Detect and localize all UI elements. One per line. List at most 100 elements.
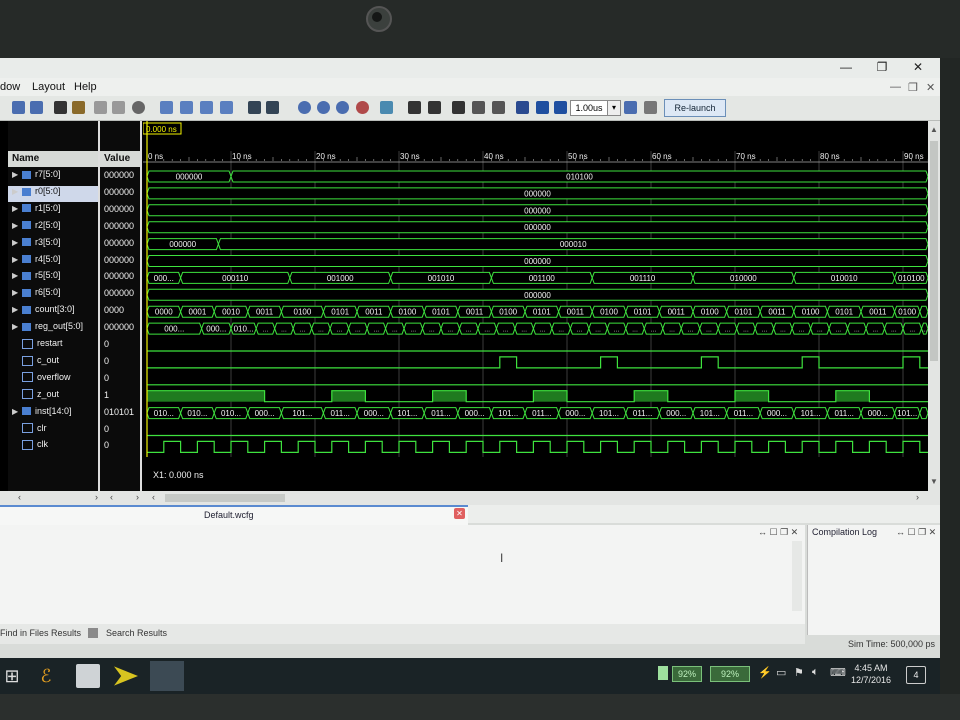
- pause-icon[interactable]: [644, 101, 657, 114]
- undo-icon[interactable]: [12, 101, 25, 114]
- app-launcher-icon[interactable]: ℰ: [34, 664, 58, 688]
- find-replace-icon[interactable]: [72, 101, 85, 114]
- run-time-input[interactable]: 1.00us: [570, 100, 608, 116]
- refresh-icon[interactable]: [380, 101, 393, 114]
- signal-row-restart[interactable]: restart: [12, 338, 63, 354]
- signal-row-reg_out50[interactable]: ▶ reg_out[5:0]: [12, 321, 83, 337]
- waveform-canvas[interactable]: 0.000 ns0 ns 10 ns 20 ns 30 ns 40 ns 50 ns 60 …: [143, 121, 928, 491]
- vertical-scrollbar[interactable]: ▲ ▼: [928, 121, 940, 491]
- signal-row-r750[interactable]: ▶ r7[5:0]: [12, 169, 61, 185]
- arrow-up-icon[interactable]: [112, 101, 125, 114]
- compilation-log-title[interactable]: Compilation Log: [812, 527, 877, 537]
- zoom-cursor-icon[interactable]: [356, 101, 369, 114]
- signal-row-r350[interactable]: ▶ r3[5:0]: [12, 237, 61, 253]
- tab-close-icon[interactable]: ✕: [454, 508, 465, 519]
- zoom-out-icon[interactable]: [317, 101, 330, 114]
- swap-cursor-icon[interactable]: [472, 101, 485, 114]
- minimize-icon[interactable]: —: [836, 60, 856, 74]
- hscroll-thumb[interactable]: [165, 494, 285, 502]
- expand-arrow-icon[interactable]: ▶: [12, 255, 20, 264]
- volume-icon[interactable]: 🔈︎: [812, 666, 819, 679]
- scroll-left-icon[interactable]: ‹: [18, 492, 21, 502]
- expand-arrow-icon[interactable]: ▶: [12, 322, 20, 331]
- network-icon[interactable]: ▭: [776, 666, 786, 679]
- panel-restore-icon[interactable]: ❐: [908, 81, 918, 94]
- relaunch-button[interactable]: Re-launch: [664, 99, 726, 117]
- menu-help[interactable]: Help: [74, 81, 97, 93]
- expand-arrow-icon[interactable]: ▶: [12, 238, 20, 247]
- zoom-fit-icon[interactable]: [336, 101, 349, 114]
- run-time-dropdown-icon[interactable]: ▾: [607, 100, 621, 116]
- name-column-header[interactable]: Name: [8, 151, 98, 167]
- signal-row-r550[interactable]: ▶ r5[5:0]: [12, 270, 61, 286]
- expand-arrow-icon[interactable]: ▶: [12, 305, 20, 314]
- battery-indicator-2[interactable]: 92%: [710, 666, 750, 682]
- console-panel[interactable]: ↔ ☐ ❐ ✕ I: [0, 525, 805, 625]
- signal-row-z_out[interactable]: z_out: [12, 389, 59, 405]
- keyboard-icon[interactable]: ⌨︎: [830, 666, 846, 679]
- arrow-down-icon[interactable]: [94, 101, 107, 114]
- taskbar-clock[interactable]: 4:45 AM 12/7/2016: [846, 662, 896, 686]
- expand-arrow-icon[interactable]: ▶: [12, 288, 20, 297]
- value-column-header[interactable]: Value: [100, 151, 140, 167]
- find-icon[interactable]: [54, 101, 67, 114]
- split-horizontal-icon[interactable]: [180, 101, 193, 114]
- battery-indicator-1[interactable]: 92%: [672, 666, 702, 682]
- scroll-right-icon-2[interactable]: ›: [136, 492, 139, 502]
- restart-sim-icon[interactable]: [516, 101, 529, 114]
- signal-row-c_out[interactable]: c_out: [12, 355, 59, 371]
- panel-minimize-icon[interactable]: —: [890, 81, 901, 93]
- signal-row-overflow[interactable]: overflow: [12, 372, 71, 388]
- signal-row-r050[interactable]: ▶ r0[5:0]: [8, 185, 98, 202]
- signal-row-r650[interactable]: ▶ r6[5:0]: [12, 287, 61, 303]
- run-all-icon[interactable]: [536, 101, 549, 114]
- step-icon[interactable]: [624, 101, 637, 114]
- console-scrollbar[interactable]: [792, 541, 802, 611]
- menu-window[interactable]: dow: [0, 81, 20, 93]
- signal-row-inst140[interactable]: ▶ inst[14:0]: [12, 406, 72, 422]
- expand-arrow-icon[interactable]: ▶: [12, 271, 20, 280]
- notification-flag-icon[interactable]: ⚑: [794, 666, 804, 679]
- scroll-up-icon[interactable]: ▲: [930, 125, 938, 134]
- expand-arrow-icon[interactable]: ▶: [12, 407, 20, 416]
- wrench-icon[interactable]: [248, 101, 261, 114]
- simulator-app-icon[interactable]: [150, 661, 184, 691]
- action-center-icon[interactable]: 4: [906, 666, 926, 684]
- restore-icon[interactable]: ❐: [872, 60, 892, 74]
- scroll-right-icon[interactable]: ›: [95, 492, 98, 502]
- file-manager-icon[interactable]: [76, 664, 100, 688]
- ise-app-icon[interactable]: [114, 666, 138, 686]
- panel-close-icon[interactable]: ✕: [926, 81, 935, 94]
- help-cursor-icon[interactable]: [266, 101, 279, 114]
- signal-row-clk[interactable]: clk: [12, 439, 48, 455]
- prev-edge-icon[interactable]: [408, 101, 421, 114]
- log-panel-controls[interactable]: ↔ ☐ ❐ ✕: [896, 527, 936, 538]
- signal-row-r450[interactable]: ▶ r4[5:0]: [12, 254, 61, 270]
- scroll-right-icon-3[interactable]: ›: [916, 492, 919, 502]
- signal-row-r150[interactable]: ▶ r1[5:0]: [12, 203, 61, 219]
- expand-arrow-icon[interactable]: ▶: [12, 170, 20, 179]
- power-icon[interactable]: ⚡: [758, 666, 772, 679]
- cancel-icon[interactable]: [132, 101, 145, 114]
- signal-row-clr[interactable]: clr: [12, 423, 47, 439]
- split-vertical-icon[interactable]: [200, 101, 213, 114]
- run-for-icon[interactable]: [554, 101, 567, 114]
- add-marker-icon[interactable]: [492, 101, 505, 114]
- marker-icon[interactable]: [452, 101, 465, 114]
- next-edge-icon[interactable]: [428, 101, 441, 114]
- redo-icon[interactable]: [30, 101, 43, 114]
- horizontal-scrollbar[interactable]: ‹ › ‹ › ‹ ›: [0, 491, 940, 505]
- expand-arrow-icon[interactable]: ▶: [12, 204, 20, 213]
- menu-layout[interactable]: Layout: [32, 81, 65, 93]
- close-icon[interactable]: ✕: [908, 60, 928, 74]
- window-icon[interactable]: [220, 101, 233, 114]
- console-panel-controls[interactable]: ↔ ☐ ❐ ✕: [758, 527, 798, 538]
- compilation-log-panel[interactable]: Compilation Log ↔ ☐ ❐ ✕: [807, 525, 940, 635]
- layout-icon[interactable]: [160, 101, 173, 114]
- scroll-thumb[interactable]: [930, 141, 938, 361]
- signal-row-count30[interactable]: ▶ count[3:0]: [12, 304, 75, 320]
- signal-row-r250[interactable]: ▶ r2[5:0]: [12, 220, 61, 236]
- start-windows-icon[interactable]: ⊞: [0, 664, 24, 688]
- scroll-left-icon-3[interactable]: ‹: [152, 492, 155, 502]
- wave-tab[interactable]: Default.wcfg ✕: [0, 505, 468, 525]
